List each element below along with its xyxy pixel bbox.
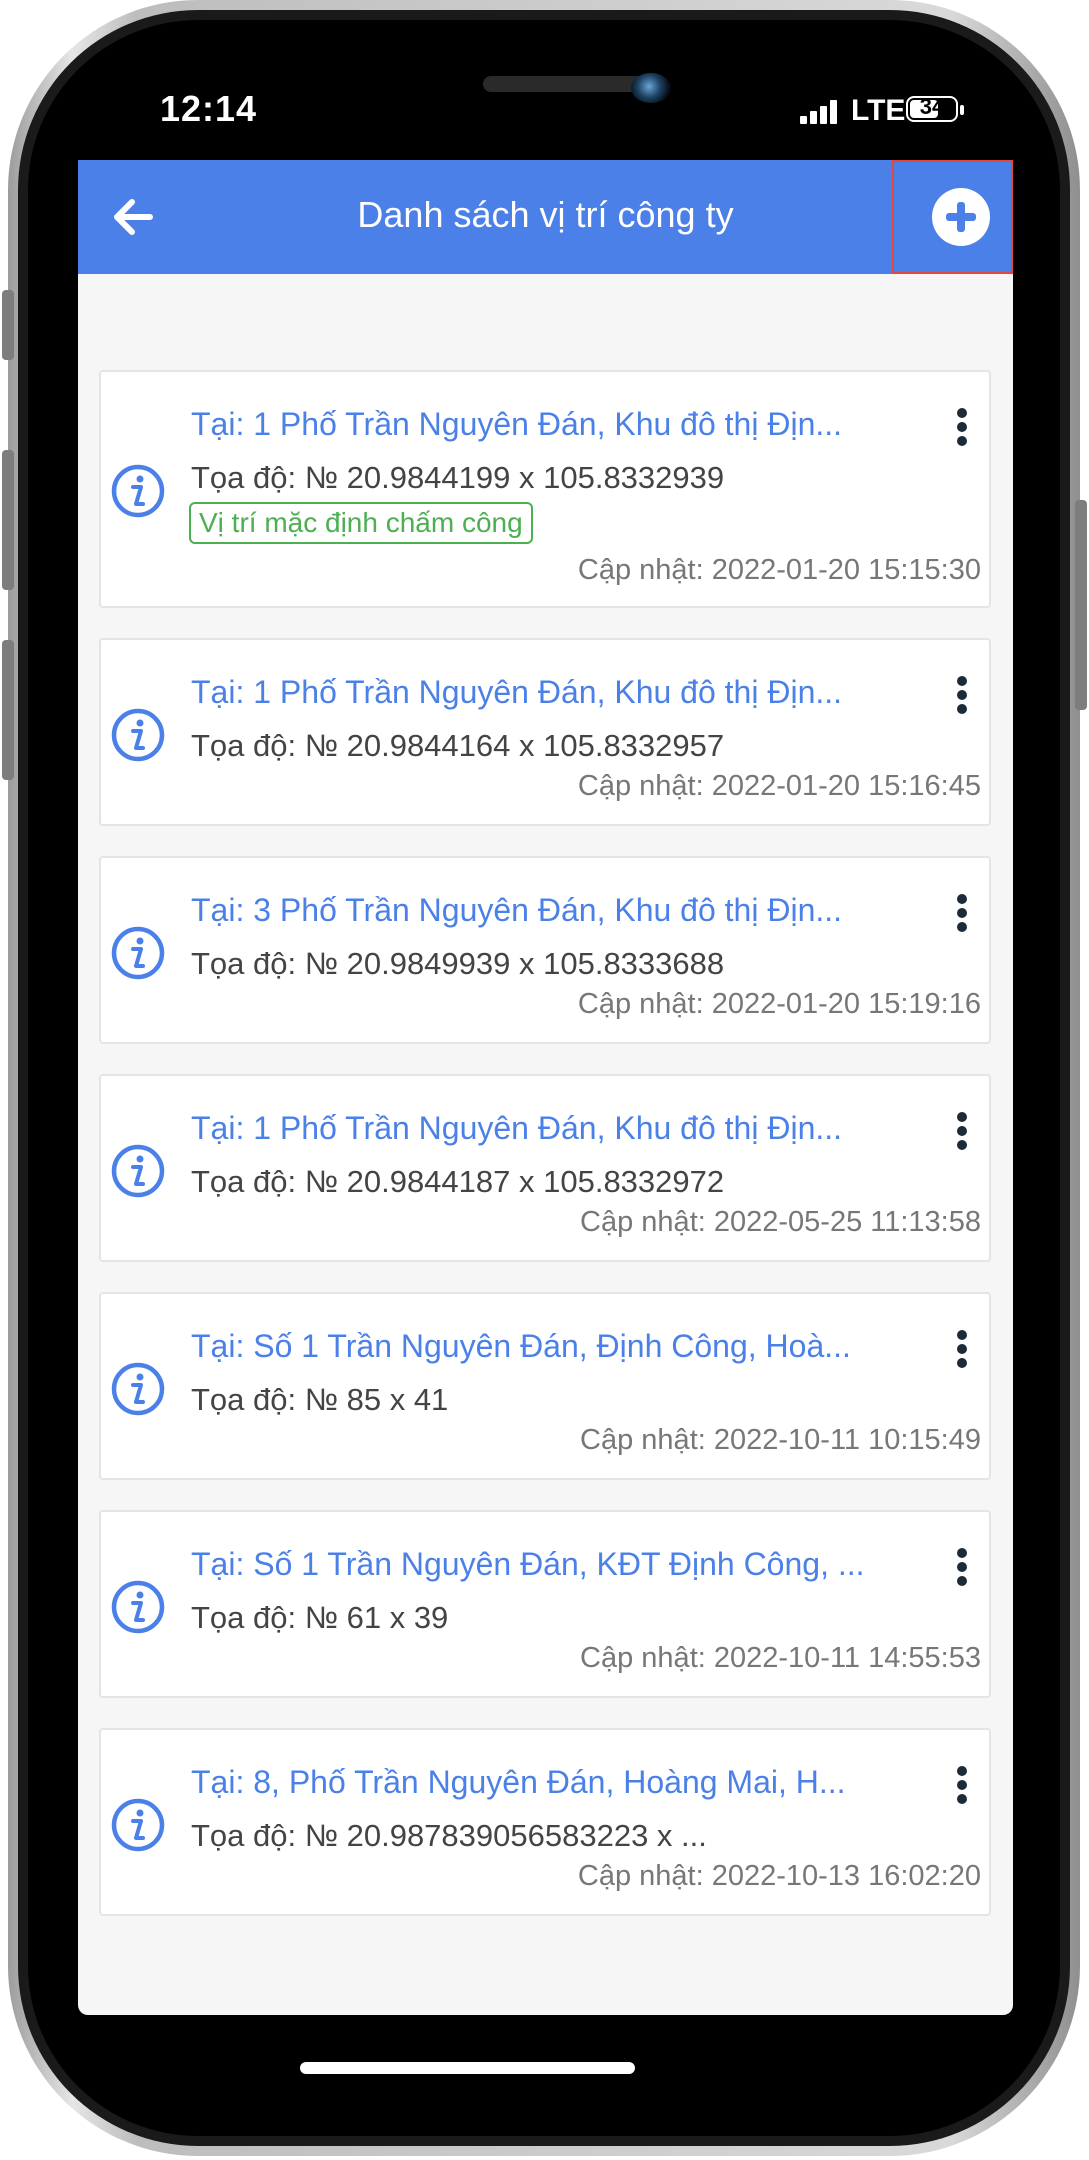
location-title: Tại: Số 1 Trần Nguyên Đán, Định Công, Ho… [191,1328,851,1364]
volume-up-button [2,450,14,590]
location-coordinates: Tọa độ: № 61 x 39 [191,1600,449,1635]
volume-down-button [2,640,14,780]
more-options-button[interactable] [951,1766,975,1806]
phone-screen: 12:14 LTE 34 Danh sách vị trí công ty Tạ… [78,70,1013,2015]
more-options-button[interactable] [951,1548,975,1588]
location-title: Tại: Số 1 Trần Nguyên Đán, KĐT Định Công… [191,1546,865,1582]
info-icon [111,1144,165,1198]
more-options-button[interactable] [951,676,975,716]
mute-switch [2,290,14,360]
info-icon [111,926,165,980]
location-card[interactable]: Tại: 1 Phố Trần Nguyên Đán, Khu đô thị Đ… [99,370,991,608]
plus-circle-icon [932,188,990,246]
add-location-button[interactable] [892,160,1013,274]
location-list: Tại: 1 Phố Trần Nguyên Đán, Khu đô thị Đ… [78,274,1013,2015]
location-card[interactable]: Tại: Số 1 Trần Nguyên Đán, KĐT Định Công… [99,1510,991,1698]
location-updated: Cập nhật: 2022-10-11 14:55:53 [580,1642,981,1674]
power-button [1075,500,1087,710]
battery-icon: 34 [906,94,964,122]
info-icon [111,1798,165,1852]
more-options-button[interactable] [951,894,975,934]
location-updated: Cập nhật: 2022-10-11 10:15:49 [580,1424,981,1456]
location-card[interactable]: Tại: 8, Phố Trần Nguyên Đán, Hoàng Mai, … [99,1728,991,1916]
network-type: LTE [851,94,906,127]
location-card[interactable]: Tại: 1 Phố Trần Nguyên Đán, Khu đô thị Đ… [99,638,991,826]
location-updated: Cập nhật: 2022-01-20 15:16:45 [577,770,981,802]
location-coordinates: Tọa độ: № 20.9844199 x 105.8332939 [191,460,725,495]
canvas: 12:14 LTE 34 Danh sách vị trí công ty Tạ… [0,0,1089,2160]
page-title: Danh sách vị trí công ty [357,194,734,235]
location-updated: Cập nhật: 2022-01-20 15:15:30 [577,554,981,586]
default-location-badge: Vị trí mặc định chấm công [189,502,533,544]
more-options-button[interactable] [951,1112,975,1152]
location-coordinates: Tọa độ: № 20.9844187 x 105.8332972 [191,1164,725,1199]
location-title: Tại: 3 Phố Trần Nguyên Đán, Khu đô thị Đ… [191,892,843,928]
speaker-grille [483,76,653,92]
location-card[interactable]: Tại: 1 Phố Trần Nguyên Đán, Khu đô thị Đ… [99,1074,991,1262]
back-button[interactable] [98,182,168,252]
location-title: Tại: 1 Phố Trần Nguyên Đán, Khu đô thị Đ… [191,674,843,710]
more-options-button[interactable] [951,1330,975,1370]
location-updated: Cập nhật: 2022-01-20 15:19:16 [577,988,981,1020]
location-title: Tại: 8, Phố Trần Nguyên Đán, Hoàng Mai, … [191,1764,846,1800]
location-coordinates: Tọa độ: № 20.9849939 x 105.8333688 [191,946,725,981]
info-icon [111,464,165,518]
location-updated: Cập nhật: 2022-10-13 16:02:20 [577,1860,981,1892]
arrow-left-icon [114,199,153,235]
more-options-button[interactable] [951,408,975,448]
location-card[interactable]: Tại: Số 1 Trần Nguyên Đán, Định Công, Ho… [99,1292,991,1480]
location-card[interactable]: Tại: 3 Phố Trần Nguyên Đán, Khu đô thị Đ… [99,856,991,1044]
location-updated: Cập nhật: 2022-05-25 11:13:58 [580,1206,981,1238]
info-icon [111,708,165,762]
info-icon [111,1362,165,1416]
location-coordinates: Tọa độ: № 20.987839056583223 x ... [191,1818,707,1853]
location-coordinates: Tọa độ: № 20.9844164 x 105.8332957 [191,728,725,763]
status-bar: 12:14 LTE 34 [78,70,1013,160]
location-title: Tại: 1 Phố Trần Nguyên Đán, Khu đô thị Đ… [191,1110,843,1146]
location-coordinates: Tọa độ: № 85 x 41 [191,1382,449,1417]
battery-level: 34 [919,94,945,119]
signal-icon [800,100,840,124]
status-time: 12:14 [160,88,258,129]
location-title: Tại: 1 Phố Trần Nguyên Đán, Khu đô thị Đ… [191,406,843,442]
front-camera [631,73,671,103]
info-icon [111,1580,165,1634]
home-indicator[interactable] [300,2062,635,2074]
app-bar: Danh sách vị trí công ty [78,160,1013,274]
